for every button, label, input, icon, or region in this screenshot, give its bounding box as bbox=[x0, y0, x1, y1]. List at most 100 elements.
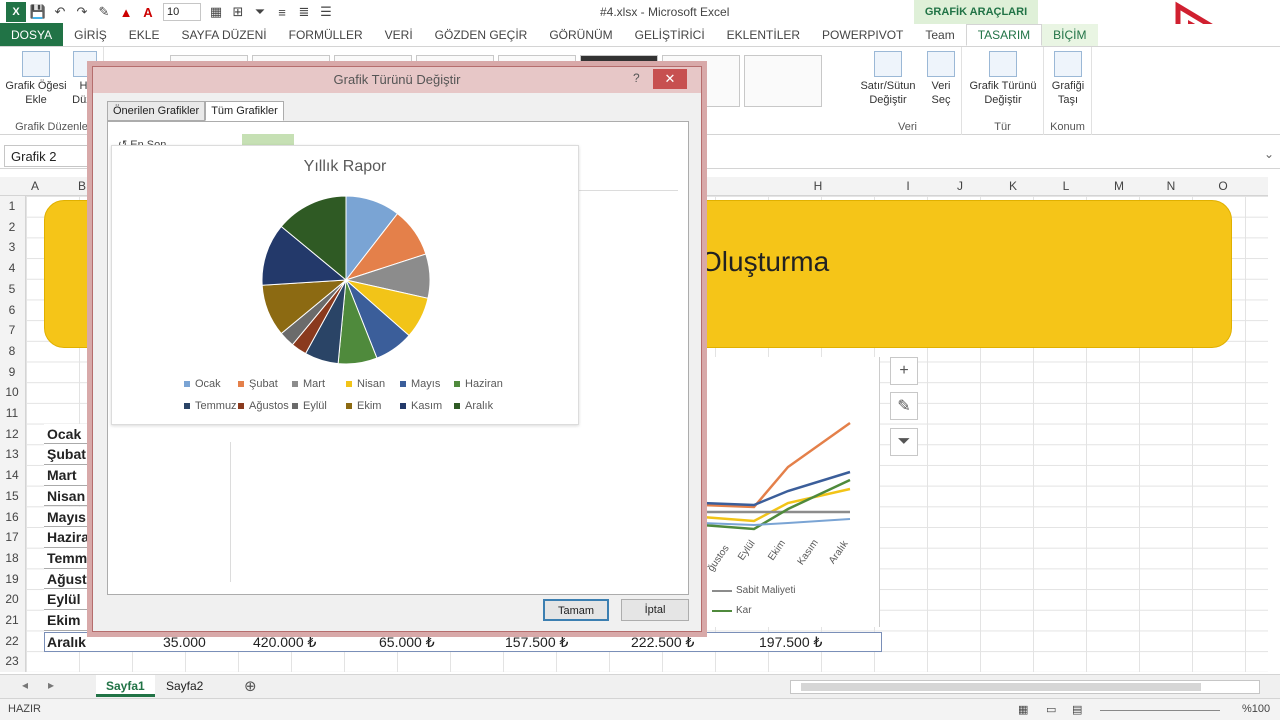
row-header[interactable]: 7 bbox=[0, 323, 24, 337]
add-chart-element-button[interactable]: Grafik Öğesi Ekle bbox=[2, 47, 70, 107]
chart-filters-button[interactable]: ⏷ bbox=[890, 428, 918, 456]
tab-design[interactable]: TASARIM bbox=[965, 24, 1043, 46]
chevron-down-icon[interactable]: ⌄ bbox=[1264, 147, 1274, 161]
tab-team[interactable]: Team bbox=[914, 24, 965, 46]
cell-month[interactable]: Şubat bbox=[44, 444, 94, 466]
tab-format[interactable]: BİÇİM bbox=[1042, 24, 1098, 46]
select-data-button[interactable]: Veri Seç bbox=[922, 47, 960, 107]
move-chart-button[interactable]: Grafiği Taşı bbox=[1046, 47, 1090, 107]
filter-icon[interactable]: ⏷ bbox=[250, 2, 270, 22]
format-painter-icon[interactable]: ✎ bbox=[94, 2, 114, 22]
row-header[interactable]: 13 bbox=[0, 447, 24, 461]
close-icon[interactable]: ✕ bbox=[653, 69, 687, 89]
row-header[interactable]: 16 bbox=[0, 510, 24, 524]
tab-insert[interactable]: EKLE bbox=[118, 24, 171, 46]
tab-file[interactable]: DOSYA bbox=[0, 23, 64, 46]
row-header[interactable]: 10 bbox=[0, 385, 24, 399]
tab-view[interactable]: GÖRÜNÜM bbox=[538, 24, 623, 46]
cell-month[interactable]: Mayıs bbox=[44, 506, 94, 528]
sheet-tab[interactable]: Sayfa2 bbox=[156, 675, 213, 697]
tab-data[interactable]: VERİ bbox=[374, 24, 424, 46]
list-icon[interactable]: ☰ bbox=[316, 2, 336, 22]
switch-row-column-button[interactable]: Satır/Sütun Değiştir bbox=[856, 47, 920, 107]
font-color-icon[interactable]: A bbox=[138, 2, 158, 22]
chart-preview[interactable]: Yıllık Rapor Ocak Şubat Mart Nisan Mayıs Hazi… bbox=[111, 145, 579, 425]
page-break-view-icon[interactable]: ▤ bbox=[1072, 703, 1082, 716]
column-header[interactable]: B bbox=[72, 179, 92, 193]
column-header[interactable]: J bbox=[950, 179, 970, 193]
column-header[interactable]: H bbox=[808, 179, 828, 193]
cell-month[interactable]: Nisan bbox=[44, 485, 94, 507]
undo-icon[interactable]: ↶ bbox=[50, 2, 70, 22]
change-chart-type-button[interactable]: Grafik Türünü Değiştir bbox=[964, 47, 1042, 107]
row-header[interactable]: 1 bbox=[0, 199, 24, 213]
sheet-tab[interactable]: Sayfa1 bbox=[96, 675, 155, 697]
column-header[interactable]: L bbox=[1056, 179, 1076, 193]
fill-color-icon[interactable]: ▲ bbox=[116, 2, 136, 22]
tab-page-layout[interactable]: SAYFA DÜZENİ bbox=[170, 24, 277, 46]
row-header[interactable]: 12 bbox=[0, 427, 24, 441]
row-header[interactable]: 17 bbox=[0, 530, 24, 544]
row-header[interactable]: 18 bbox=[0, 551, 24, 565]
cell-month[interactable]: Ağusto bbox=[44, 568, 95, 590]
cell-month[interactable]: Eylül bbox=[44, 589, 94, 610]
tab-formulas[interactable]: FORMÜLLER bbox=[278, 24, 374, 46]
tab-review[interactable]: GÖZDEN GEÇİR bbox=[424, 24, 539, 46]
cell-month[interactable]: Mart bbox=[44, 465, 94, 486]
row-header[interactable]: 14 bbox=[0, 468, 24, 482]
cell-month[interactable]: Ocak bbox=[44, 423, 94, 445]
scroll-left-icon[interactable]: ◂ bbox=[22, 678, 28, 692]
table-row[interactable]: Aralık 35.000 420.000 ₺ 65.000 ₺ 157.500… bbox=[44, 632, 882, 652]
cell-month[interactable]: Temm bbox=[44, 547, 94, 569]
zoom-slider[interactable] bbox=[1100, 710, 1220, 711]
help-icon[interactable]: ? bbox=[633, 71, 640, 85]
row-header[interactable]: 6 bbox=[0, 303, 24, 317]
align-center-icon[interactable]: ≣ bbox=[294, 2, 314, 22]
row-header[interactable]: 15 bbox=[0, 489, 24, 503]
tab-all-charts[interactable]: Tüm Grafikler bbox=[205, 101, 284, 121]
row-header[interactable]: 22 bbox=[0, 634, 24, 648]
row-header[interactable]: 23 bbox=[0, 654, 24, 668]
row-header[interactable]: 8 bbox=[0, 344, 24, 358]
tab-recommended-charts[interactable]: Önerilen Grafikler bbox=[107, 101, 206, 121]
tab-developer[interactable]: GELİŞTİRİCİ bbox=[624, 24, 716, 46]
cancel-button[interactable]: İptal bbox=[621, 599, 689, 621]
column-header[interactable]: M bbox=[1109, 179, 1129, 193]
horizontal-scrollbar[interactable] bbox=[790, 680, 1260, 694]
row-header[interactable]: 21 bbox=[0, 613, 24, 627]
new-sheet-icon[interactable]: ⊕ bbox=[244, 677, 257, 695]
scroll-thumb[interactable] bbox=[801, 683, 1201, 691]
tab-addins[interactable]: EKLENTİLER bbox=[716, 24, 811, 46]
tab-home[interactable]: GİRİŞ bbox=[63, 24, 118, 46]
column-header[interactable]: N bbox=[1161, 179, 1181, 193]
normal-view-icon[interactable]: ▦ bbox=[1018, 703, 1028, 716]
row-header[interactable]: 4 bbox=[0, 261, 24, 275]
column-header[interactable]: I bbox=[898, 179, 918, 193]
chart-style-thumb[interactable] bbox=[744, 55, 822, 107]
line-chart-object[interactable]: ğustos Eylül Ekim Kasım Aralık Sabit Mal… bbox=[701, 357, 880, 627]
scroll-right-icon[interactable]: ▸ bbox=[48, 678, 54, 692]
row-header[interactable]: 19 bbox=[0, 572, 24, 586]
row-header[interactable]: 11 bbox=[0, 406, 24, 420]
column-header[interactable]: A bbox=[26, 179, 44, 193]
chart-elements-button[interactable]: + bbox=[890, 357, 918, 385]
cell-month[interactable]: Ekim bbox=[44, 610, 94, 631]
chart-styles-button[interactable]: ✎ bbox=[890, 392, 918, 420]
row-header[interactable]: 3 bbox=[0, 240, 24, 254]
row-header[interactable]: 2 bbox=[0, 220, 24, 234]
column-header[interactable]: O bbox=[1213, 179, 1233, 193]
ok-button[interactable]: Tamam bbox=[543, 599, 609, 621]
page-layout-view-icon[interactable]: ▭ bbox=[1046, 703, 1056, 716]
tab-powerpivot[interactable]: POWERPIVOT bbox=[811, 24, 914, 46]
row-header[interactable]: 9 bbox=[0, 365, 24, 379]
chart-icon[interactable]: ▦ bbox=[206, 2, 226, 22]
row-header[interactable]: 20 bbox=[0, 592, 24, 606]
save-icon[interactable]: 💾 bbox=[28, 2, 48, 22]
font-size-select[interactable]: 10 bbox=[163, 3, 201, 21]
row-header[interactable]: 5 bbox=[0, 282, 24, 296]
zoom-level[interactable]: %100 bbox=[1242, 703, 1270, 715]
column-header[interactable]: K bbox=[1003, 179, 1023, 193]
grid-icon[interactable]: ⊞ bbox=[228, 2, 248, 22]
cell-month[interactable]: Hazira bbox=[44, 527, 94, 548]
redo-icon[interactable]: ↷ bbox=[72, 2, 92, 22]
